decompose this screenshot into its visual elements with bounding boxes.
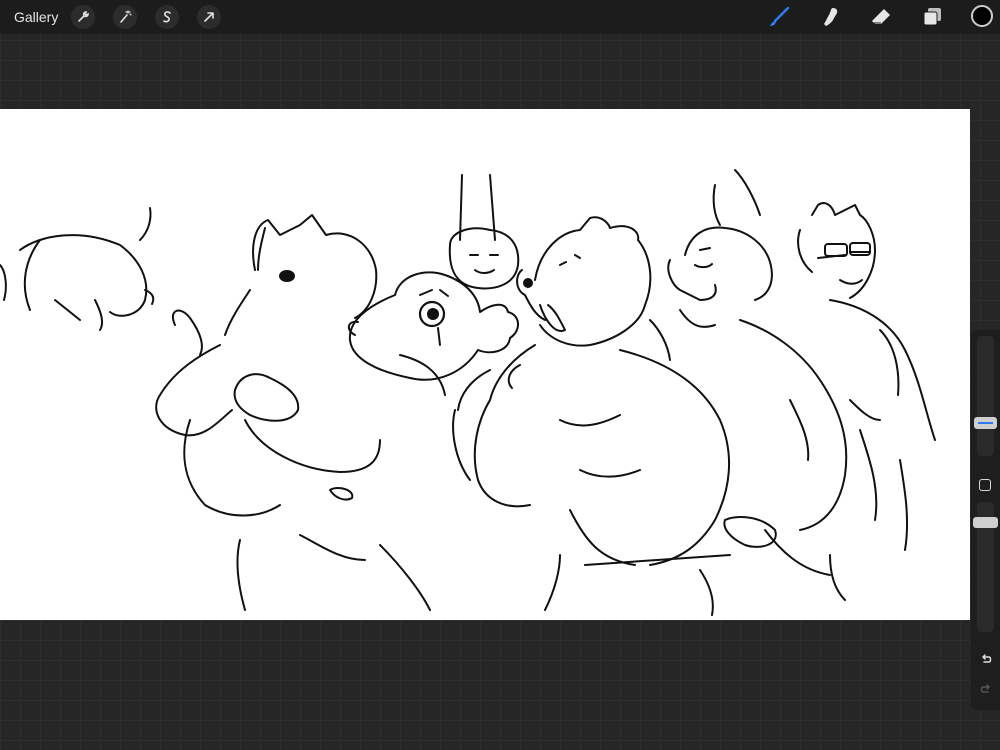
gallery-button[interactable]: Gallery	[14, 9, 58, 25]
undo-button[interactable]	[977, 650, 994, 667]
top-toolbar: Gallery	[0, 0, 1000, 34]
side-toolbar	[971, 330, 1000, 710]
wrench-icon	[78, 11, 89, 22]
color-picker-button[interactable]	[971, 5, 993, 27]
smudge-finger-icon	[824, 8, 838, 26]
arrow-cursor-icon	[204, 12, 214, 22]
brush-icon	[770, 6, 790, 26]
modify-button[interactable]	[979, 479, 991, 491]
selection-s-icon	[163, 11, 171, 23]
brush-size-indicator	[978, 422, 993, 424]
eraser-icon	[872, 9, 890, 24]
sketch-artwork	[0, 169, 936, 616]
magic-wand-icon	[120, 10, 132, 23]
redo-button[interactable]	[977, 680, 994, 697]
brush-tool-button[interactable]	[766, 5, 792, 29]
brush-size-slider[interactable]	[974, 417, 997, 429]
brush-size-track[interactable]	[977, 336, 994, 456]
redo-icon	[980, 683, 990, 693]
transform-button[interactable]	[197, 5, 221, 29]
adjustments-button[interactable]	[113, 5, 137, 29]
smudge-tool-button[interactable]	[817, 5, 843, 29]
undo-icon	[981, 653, 991, 663]
layers-icon	[923, 8, 941, 26]
actions-button[interactable]	[71, 5, 95, 29]
opacity-slider[interactable]	[973, 517, 998, 528]
eraser-tool-button[interactable]	[868, 5, 894, 29]
layers-button[interactable]	[919, 5, 945, 29]
drawing-canvas[interactable]	[0, 109, 970, 620]
selection-button[interactable]	[155, 5, 179, 29]
